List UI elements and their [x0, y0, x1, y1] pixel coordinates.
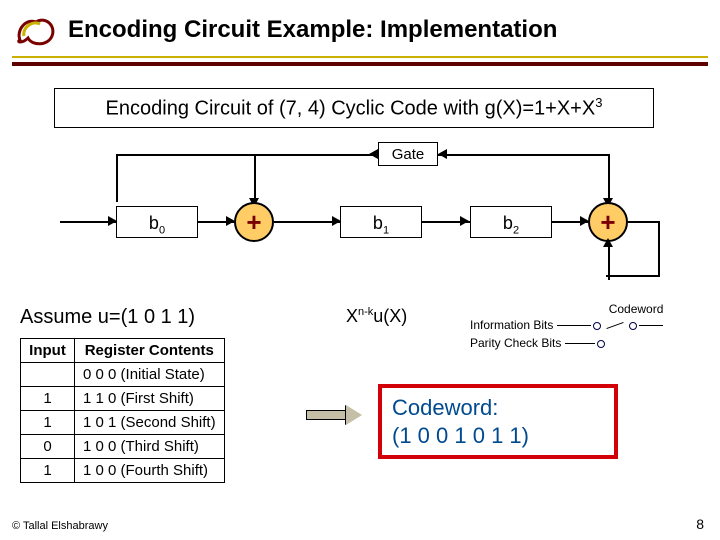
table-header-register: Register Contents	[75, 339, 225, 363]
footer-copyright: © Tallal Elshabrawy	[12, 520, 108, 532]
codeword-title: Codeword:	[392, 395, 498, 420]
register-b0: b0	[116, 206, 198, 238]
subtitle-superscript: 3	[595, 95, 602, 110]
switch-terminal-icon	[597, 340, 605, 348]
register-b1: b1	[340, 206, 422, 238]
arrow-right-icon	[306, 405, 362, 425]
output-switch: Codeword Information Bits Parity Check B…	[470, 302, 663, 350]
table-header-input: Input	[21, 339, 75, 363]
table-row: 11 0 0 (Fourth Shift)	[21, 459, 225, 483]
shift-register-table: Input Register Contents 0 0 0 (Initial S…	[20, 338, 225, 483]
subtitle-box: Encoding Circuit of (7, 4) Cyclic Code w…	[54, 88, 654, 128]
gate-label: Gate	[378, 142, 438, 166]
codeword-value: (1 0 0 1 0 1 1)	[392, 423, 529, 448]
table-row: 11 1 0 (First Shift)	[21, 387, 225, 411]
table-row: 01 0 0 (Third Shift)	[21, 435, 225, 459]
subtitle-text: Encoding Circuit of (7, 4) Cyclic Code w…	[106, 98, 596, 120]
divider-gold	[12, 56, 708, 58]
circuit-diagram: Gate b0 b1 b2 + +	[40, 142, 680, 292]
page-title: Encoding Circuit Example: Implementation	[68, 16, 557, 44]
table-row: 0 0 0 (Initial State)	[21, 363, 225, 387]
title-bar: Encoding Circuit Example: Implementation	[0, 12, 720, 48]
info-bits-label: Information Bits	[470, 318, 553, 332]
assume-text: Assume u=(1 0 1 1)	[20, 306, 195, 329]
divider-maroon	[12, 62, 708, 66]
codeword-result-box: Codeword: (1 0 0 1 0 1 1)	[378, 384, 618, 459]
page-number: 8	[696, 516, 704, 532]
adder-1: +	[234, 202, 274, 242]
adder-2: +	[588, 202, 628, 242]
switch-output-icon	[629, 322, 637, 330]
logo-icon	[12, 12, 60, 48]
switch-terminal-icon	[593, 322, 601, 330]
parity-bits-label: Parity Check Bits	[470, 336, 561, 350]
codeword-label: Codeword	[609, 302, 664, 316]
table-row: 11 0 1 (Second Shift)	[21, 411, 225, 435]
register-b2: b2	[470, 206, 552, 238]
input-expression: Xn-ku(X)	[346, 306, 407, 327]
